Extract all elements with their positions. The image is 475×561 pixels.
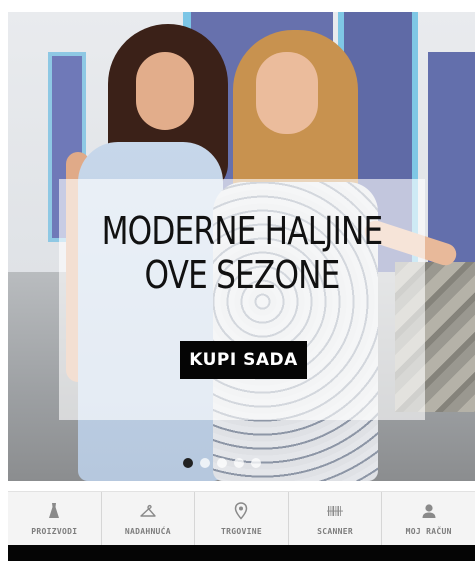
carousel-dot[interactable] (217, 458, 227, 468)
dress-icon (49, 503, 60, 518)
nav-item-products[interactable]: PROIZVODI (8, 492, 102, 545)
nav-item-account[interactable]: MOJ RAČUN (382, 492, 475, 545)
model-left-face (136, 52, 194, 130)
promo-title: MODERNE HALJINE OVE SEZONE (92, 209, 392, 297)
model-right-face (256, 52, 318, 134)
hanger-icon (140, 504, 156, 517)
system-bar (8, 545, 475, 561)
promo-overlay: MODERNE HALJINE OVE SEZONE KUPI SADA (59, 179, 425, 420)
user-icon (422, 504, 436, 518)
nav-item-label: TRGOVINE (221, 527, 262, 536)
nav-item-label: NADAHNUĆA (124, 527, 171, 536)
carousel-dots (183, 458, 261, 470)
bottom-nav: PROIZVODI NADAHNUĆA TRGOVINE SCANNER MOJ… (8, 491, 475, 545)
barcode-icon (327, 506, 344, 516)
nav-item-inspiration[interactable]: NADAHNUĆA (102, 492, 196, 545)
nav-item-label: MOJ RAČUN (405, 527, 452, 536)
promo-title-line2: OVE SEZONE (144, 253, 340, 297)
nav-item-label: SCANNER (317, 527, 353, 536)
nav-item-label: PROIZVODI (31, 527, 78, 536)
location-pin-icon (235, 502, 248, 520)
shop-now-button[interactable]: KUPI SADA (180, 341, 307, 379)
nav-item-stores[interactable]: TRGOVINE (195, 492, 289, 545)
carousel-dot[interactable] (234, 458, 244, 468)
carousel-dot[interactable] (183, 458, 193, 468)
nav-item-scanner[interactable]: SCANNER (289, 492, 383, 545)
promo-title-line1: MODERNE HALJINE (101, 209, 384, 253)
carousel-dot[interactable] (251, 458, 261, 468)
carousel-dot[interactable] (200, 458, 210, 468)
